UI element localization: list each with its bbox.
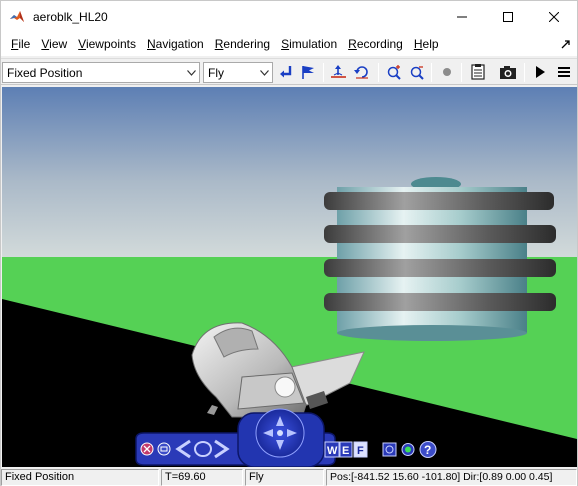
nav-w-label: W [327, 445, 338, 457]
snapshot-button[interactable] [468, 62, 488, 82]
toolbar-separator [461, 63, 462, 82]
straighten-up-button[interactable] [329, 62, 349, 82]
play-button[interactable] [530, 62, 550, 82]
nav-edges-button[interactable]: E [339, 441, 353, 458]
snapshot-icon [471, 64, 485, 80]
3d-viewport[interactable]: W E F ? [2, 87, 577, 467]
menu-rendering-label: Rendering [214, 37, 271, 51]
toolbar-separator [323, 63, 324, 82]
nav-wireframe-button[interactable]: W [324, 441, 340, 458]
undo-move-icon [354, 66, 368, 79]
nav-minimize-button[interactable] [157, 442, 171, 456]
toolbar-separator [431, 63, 432, 82]
nav-faces-button[interactable]: F [353, 441, 368, 458]
scene-canvas[interactable]: W E F ? [2, 87, 577, 467]
nav-viewpoint-button[interactable] [382, 442, 397, 457]
status-bar: Fixed Position T=69.60 Fly Pos:[-841.52 … [1, 469, 577, 486]
title-bar: aeroblk_HL20 [1, 1, 577, 32]
close-icon [549, 11, 559, 22]
tower-building [324, 177, 556, 341]
window-title: aeroblk_HL20 [33, 9, 108, 24]
vr-viewer-window: aeroblk_HL20 File View Viewpoints Naviga… [0, 0, 578, 486]
chevron-down-icon [183, 63, 199, 82]
menu-navigation-label: Navigation [147, 37, 204, 51]
close-button[interactable] [531, 1, 577, 32]
navigation-select[interactable]: Fly [203, 62, 273, 83]
zoom-out-button[interactable] [407, 62, 427, 82]
camera-icon [500, 66, 516, 79]
question-mark-icon: ? [424, 443, 431, 457]
create-viewpoint-button[interactable] [298, 62, 318, 82]
menu-help[interactable]: Help [409, 32, 444, 56]
nav-e-label: E [342, 445, 349, 457]
menu-navigation[interactable]: Navigation [142, 32, 209, 56]
status-position: Pos:[-841.52 15.60 -101.80] Dir:[0.89 0.… [326, 469, 577, 486]
menu-view[interactable]: View [36, 32, 72, 56]
menu-viewpoints-label: Viewpoints [78, 37, 136, 51]
record-icon [443, 68, 451, 76]
nav-slide-button[interactable] [194, 441, 212, 457]
status-viewpoint: Fixed Position [1, 469, 159, 486]
toolbar-separator [524, 63, 525, 82]
viewpoint-select[interactable]: Fixed Position [2, 62, 200, 83]
zoom-out-icon [410, 66, 424, 80]
zoom-in-button[interactable] [384, 62, 404, 82]
status-mode: Fly [245, 469, 324, 486]
menu-simulation[interactable]: Simulation [276, 32, 342, 56]
straighten-up-icon [331, 65, 346, 78]
nav-headlight-button[interactable] [401, 443, 415, 456]
minimize-button[interactable] [439, 1, 485, 32]
menu-recording-label: Recording [348, 37, 403, 51]
viewpoint-select-value: Fixed Position [7, 65, 83, 80]
menu-view-label: View [41, 37, 68, 51]
chevron-down-icon [256, 63, 272, 82]
zoom-in-icon [387, 65, 401, 80]
menu-simulation-label: Simulation [281, 37, 338, 51]
capture-frame-button[interactable] [498, 62, 518, 82]
more-button[interactable] [554, 62, 574, 82]
menu-help-label: Help [413, 37, 439, 51]
create-viewpoint-icon [302, 66, 314, 79]
matlab-logo-icon [9, 9, 25, 25]
record-button[interactable] [437, 62, 457, 82]
menu-icon [558, 67, 570, 77]
nav-f-label: F [357, 445, 364, 457]
menu-file[interactable]: File [6, 32, 35, 56]
return-to-viewpoint-button[interactable] [276, 62, 296, 82]
nav-help-button[interactable]: ? [419, 441, 437, 458]
menu-file-label: File [11, 37, 31, 51]
status-time: T=69.60 [161, 469, 243, 486]
minimize-icon [457, 16, 467, 17]
menu-rendering[interactable]: Rendering [210, 32, 275, 56]
menu-viewpoints[interactable]: Viewpoints [73, 32, 141, 56]
play-icon [536, 66, 545, 78]
navigation-select-value: Fly [208, 65, 224, 80]
nav-close-button[interactable] [140, 442, 154, 456]
toolbar-separator [378, 63, 379, 82]
maximize-button[interactable] [485, 1, 531, 32]
undock-icon[interactable] [561, 38, 571, 49]
menu-recording[interactable]: Recording [343, 32, 408, 56]
undo-move-button[interactable] [352, 62, 372, 82]
menu-bar: File View Viewpoints Navigation Renderin… [1, 32, 577, 56]
window-controls [439, 1, 577, 32]
return-to-viewpoint-icon [280, 66, 292, 78]
maximize-icon [503, 11, 513, 22]
toolbar: Fixed Position Fly [1, 58, 577, 85]
